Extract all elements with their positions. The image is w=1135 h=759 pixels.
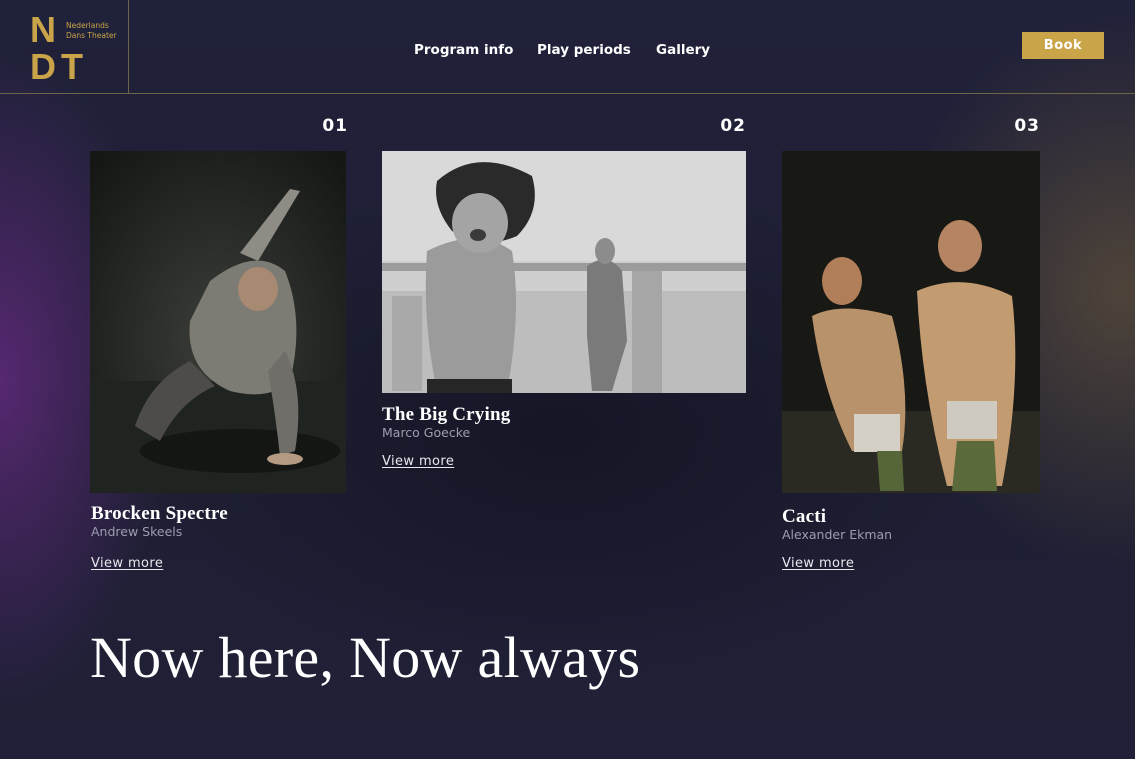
logo-sub-line-2: Dans Theater <box>66 31 117 40</box>
card-author: Alexander Ekman <box>782 527 893 542</box>
view-more-link[interactable]: View more <box>782 556 854 571</box>
card-title[interactable]: The Big Crying <box>382 404 510 426</box>
dancer-screaming-bw-photo[interactable] <box>382 151 746 393</box>
two-dancers-image <box>782 151 1040 493</box>
dancer-crouching-photo[interactable] <box>90 151 346 493</box>
card-title[interactable]: Cacti <box>782 506 826 528</box>
view-more-link[interactable]: View more <box>91 556 163 571</box>
card-author: Andrew Skeels <box>91 524 183 539</box>
logo-letter-n: N <box>30 9 56 50</box>
card-author: Marco Goecke <box>382 425 471 440</box>
card-number: 02 <box>720 116 746 136</box>
two-dancers-shouting-photo[interactable] <box>782 151 1040 493</box>
nav-program-info[interactable]: Program info <box>414 42 513 58</box>
logo-subtitle: Nederlands Dans Theater <box>66 21 126 41</box>
ndt-logo[interactable]: N Nederlands Dans Theater DT <box>0 0 129 93</box>
tagline-heading: Now here, Now always <box>90 625 641 690</box>
card-number: 03 <box>1014 116 1040 136</box>
dancer-screaming-image <box>382 151 746 393</box>
nav-play-periods[interactable]: Play periods <box>537 42 631 58</box>
card-number: 01 <box>322 116 348 136</box>
book-button[interactable]: Book <box>1022 32 1104 59</box>
logo-letters-dt: DT <box>30 46 88 87</box>
card-title[interactable]: Brocken Spectre <box>91 503 228 525</box>
logo-sub-line-1: Nederlands <box>66 21 109 30</box>
dancer-crouching-image <box>90 151 346 493</box>
site-header: N Nederlands Dans Theater DT Program inf… <box>0 0 1135 94</box>
nav-gallery[interactable]: Gallery <box>656 42 710 58</box>
view-more-link[interactable]: View more <box>382 454 454 469</box>
